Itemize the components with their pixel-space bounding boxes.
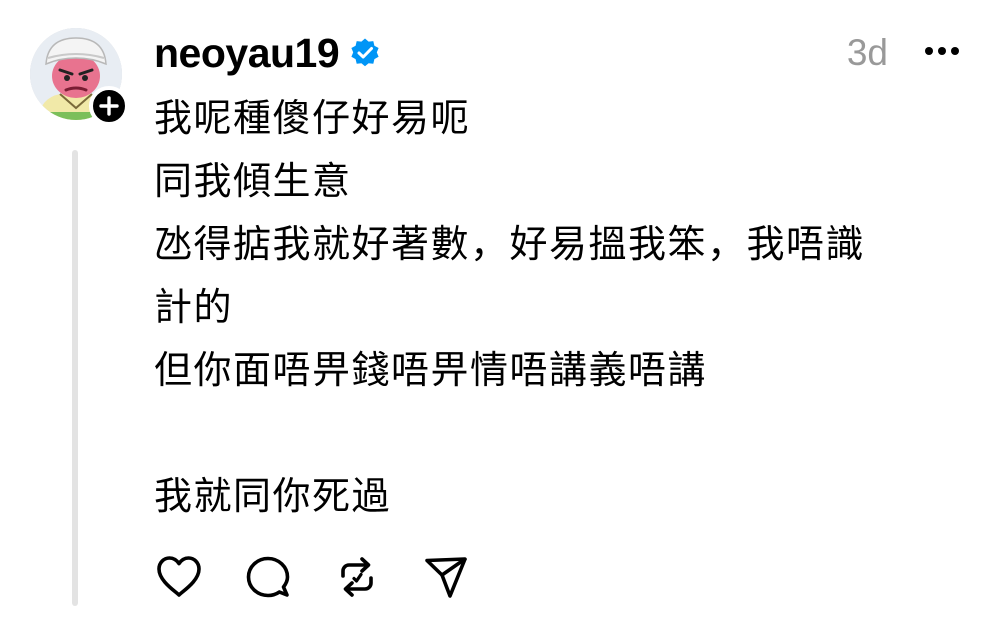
post-line-5: 但你面唔畀錢唔畀情唔講義唔講: [154, 348, 708, 392]
post-header: neoyau19: [154, 30, 381, 76]
comment-bubble-icon: [246, 556, 290, 598]
more-options-button[interactable]: [922, 36, 962, 66]
post-body: 我呢種傻仔好易呃 同我傾生意 氹得掂我就好著數，好易搵我笨，我唔識 計的 但你面…: [154, 94, 964, 535]
thread-post: neoyau19 3d 我呢種傻仔好易呃 同我傾生意 氹得掂我就好著數，好易搵我…: [0, 0, 1000, 626]
verified-badge-icon: [349, 37, 381, 69]
reply-button[interactable]: [243, 552, 293, 602]
heart-icon: [157, 556, 201, 597]
like-button[interactable]: [154, 552, 204, 602]
send-icon: [425, 557, 467, 598]
repost-button[interactable]: [332, 552, 382, 602]
follow-button[interactable]: [89, 86, 129, 126]
plus-icon: [99, 96, 119, 116]
more-horizontal-icon: [925, 47, 959, 55]
post-line-1: 我呢種傻仔好易呃: [154, 96, 471, 140]
repost-icon: [341, 557, 373, 597]
post-line-7: 我就同你死過: [154, 474, 392, 518]
post-line-3: 氹得掂我就好著數，好易搵我笨，我唔識: [154, 222, 866, 266]
post-line-2: 同我傾生意: [154, 159, 352, 203]
post-line-blank: [154, 409, 964, 457]
post-line-4: 計的: [154, 285, 234, 329]
avatar-container: [30, 28, 129, 126]
thread-line: [72, 150, 78, 606]
share-button[interactable]: [421, 552, 471, 602]
action-bar: [154, 552, 510, 602]
post-timestamp: 3d: [846, 32, 888, 73]
username[interactable]: neoyau19: [154, 30, 340, 77]
